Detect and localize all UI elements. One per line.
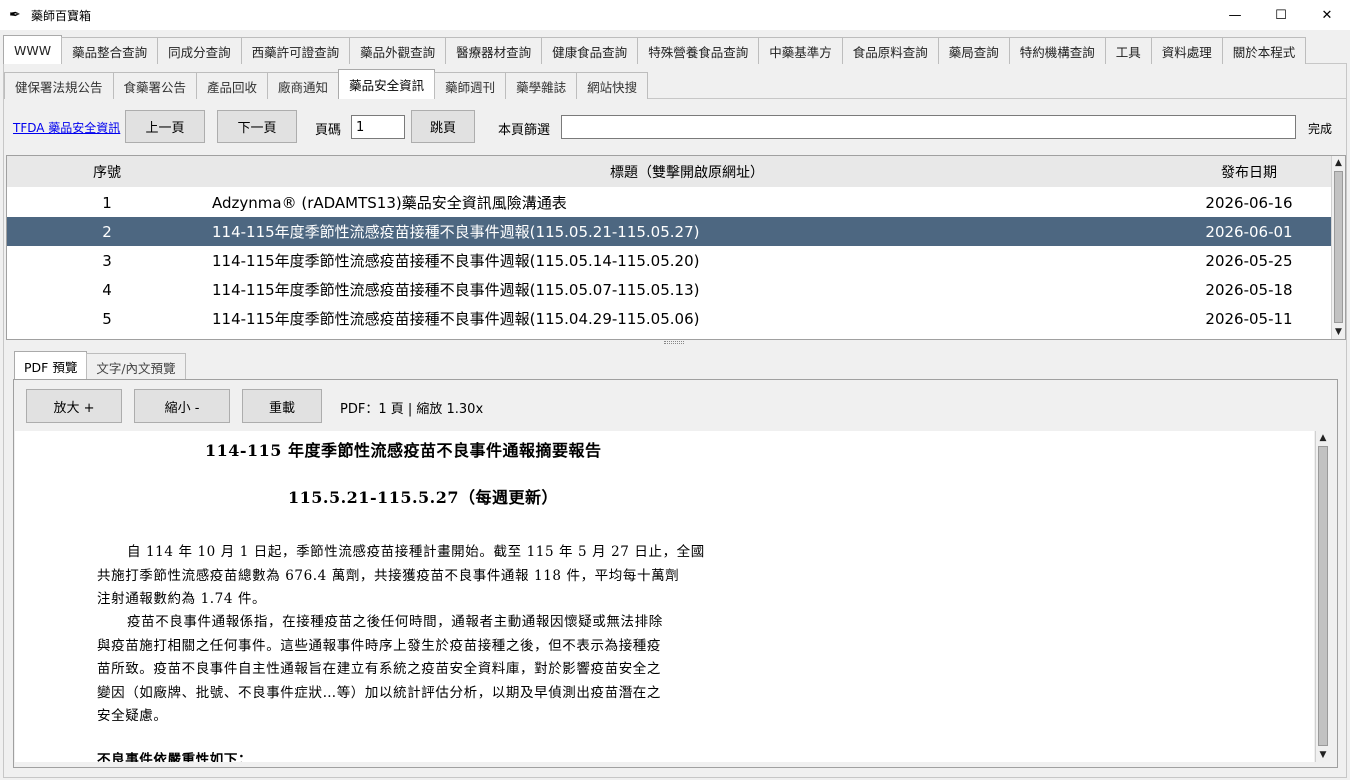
sub-tab-bar: 健保署法規公告 食藥署公告 產品回收 廠商通知 藥品安全資訊 藥師週刊 藥學雜誌… <box>4 69 649 99</box>
title-bar: ✒ 藥師百寶箱 — ☐ ✕ <box>0 0 1350 30</box>
cell-no: 4 <box>102 280 112 299</box>
tab-drug-appearance-search[interactable]: 藥品外觀查詢 <box>349 37 447 64</box>
tab-western-license-search[interactable]: 西藥許可證查詢 <box>240 37 351 64</box>
text-line: 注射通報數約為 1.74 件。 <box>97 591 267 607</box>
cell-no: 3 <box>102 251 112 270</box>
tab-data-processing[interactable]: 資料處理 <box>1150 37 1223 64</box>
tab-special-nutrition-search[interactable]: 特殊營養食品查詢 <box>637 37 760 64</box>
tab-tcm-formula[interactable]: 中藥基準方 <box>758 37 843 64</box>
cell-title: 114-115年度季節性流感疫苗接種不良事件週報(115.05.07-115.0… <box>212 281 700 299</box>
table-row[interactable]: 4 114-115年度季節性流感疫苗接種不良事件週報(115.05.07-115… <box>7 275 1331 304</box>
tab-same-ingredient-search[interactable]: 同成分查詢 <box>157 37 242 64</box>
cell-date: 2026-06-16 <box>1205 193 1293 212</box>
document-paragraph-2: 疫苗不良事件通報係指，在接種疫苗之後任何時間，通報者主動通報因懷疑或無法排除 與… <box>97 611 729 729</box>
tab-food-ingredient-search[interactable]: 食品原料查詢 <box>841 37 939 64</box>
cell-no: 5 <box>102 309 112 328</box>
document-paragraph-3: 不良事件依嚴重性如下： <box>97 752 253 762</box>
preview-tab-bar: PDF 預覽 文字/內文預覽 <box>14 351 186 380</box>
page-number-input[interactable] <box>351 115 405 139</box>
table-scrollbar[interactable]: ▲ ▼ <box>1331 156 1345 339</box>
table-row[interactable]: 1 Adzynma® (rADAMTS13)藥品安全資訊風險溝通表 2026-0… <box>7 188 1331 217</box>
page-label: 頁碼 <box>315 123 342 138</box>
cell-title: 114-115年度季節性流感疫苗接種不良事件週報(115.04.29-115.0… <box>212 310 700 328</box>
document-subtitle: 115.5.21-115.5.27（每週更新） <box>288 488 559 507</box>
close-button[interactable]: ✕ <box>1304 0 1350 30</box>
text-line: 與疫苗施打相關之任何事件。這些通報事件時序上發生於疫苗接種之後，但不表示為接種疫 <box>97 637 661 654</box>
tab-drug-safety-info[interactable]: 藥品安全資訊 <box>338 69 436 99</box>
tab-contracted-facility-search[interactable]: 特約機構查詢 <box>1008 37 1106 64</box>
tab-pharmacy-journal[interactable]: 藥學雜誌 <box>505 72 578 99</box>
tab-www[interactable]: WWW <box>3 35 63 64</box>
pdf-info-text: PDF：1 頁 | 縮放 1.30x <box>340 402 484 417</box>
feather-icon: ✒ <box>9 7 21 23</box>
text-line: 自 114 年 10 月 1 日起，季節性流感疫苗接種計畫開始。截至 115 年… <box>127 544 705 560</box>
pdf-scrollbar[interactable]: ▲ ▼ <box>1315 431 1330 762</box>
tab-manufacturer-notices[interactable]: 廠商通知 <box>267 72 340 99</box>
scrollbar-thumb[interactable] <box>1318 446 1328 746</box>
text-line: 疫苗不良事件通報係指，在接種疫苗之後任何時間，通報者主動通報因懷疑或無法排除 <box>127 614 663 630</box>
scroll-up-arrow-icon[interactable]: ▲ <box>1332 156 1345 170</box>
scroll-down-arrow-icon[interactable]: ▼ <box>1332 325 1345 339</box>
status-text: 完成 <box>1308 122 1333 136</box>
document-paragraph-1: 自 114 年 10 月 1 日起，季節性流感疫苗接種計畫開始。截至 115 年… <box>97 541 729 612</box>
toolbar: TFDA 藥品安全資訊 上一頁 下一頁 頁碼 跳頁 本頁篩選 完成 <box>0 110 1350 144</box>
tab-quick-web-search[interactable]: 網站快搜 <box>576 72 649 99</box>
tab-about[interactable]: 關於本程式 <box>1221 37 1307 64</box>
cell-date: 2026-05-11 <box>1205 309 1293 328</box>
cell-title: 114-115年度季節性流感疫苗接種不良事件週報(115.05.14-115.0… <box>212 252 700 270</box>
cell-no: 2 <box>102 222 112 241</box>
text-line: 共施打季節性流感疫苗總數為 676.4 萬劑，共接獲疫苗不良事件通報 118 件… <box>97 567 680 584</box>
tab-pharmacy-search[interactable]: 藥局查詢 <box>937 37 1010 64</box>
pdf-page: 114-115 年度季節性流感疫苗不良事件通報摘要報告 115.5.21-115… <box>15 431 1314 762</box>
zoom-in-button[interactable]: 放大 + <box>26 389 122 423</box>
reload-button[interactable]: 重載 <box>242 389 322 423</box>
cell-date: 2026-05-25 <box>1205 251 1293 270</box>
text-line: 變因（如廠牌、批號、不良事件症狀…等）加以統計評估分析，以期及早偵測出疫苗潛在之 <box>97 684 661 701</box>
table-row[interactable]: 3 114-115年度季節性流感疫苗接種不良事件週報(115.05.14-115… <box>7 246 1331 275</box>
text-line: 安全疑慮。 <box>97 708 168 724</box>
results-table: 序號 標題（雙擊開啟原網址） 發布日期 1 Adzynma® (rADAMTS1… <box>6 155 1346 340</box>
tab-text-preview[interactable]: 文字/內文預覽 <box>86 353 186 380</box>
zoom-out-button[interactable]: 縮小 - <box>134 389 230 423</box>
document-title: 114-115 年度季節性流感疫苗不良事件通報摘要報告 <box>205 441 602 460</box>
tab-nhi-regulations[interactable]: 健保署法規公告 <box>4 72 114 99</box>
scroll-up-arrow-icon[interactable]: ▲ <box>1316 431 1330 445</box>
table-header: 序號 標題（雙擊開啟原網址） 發布日期 <box>7 156 1331 187</box>
pane-splitter[interactable] <box>664 341 684 344</box>
tab-fda-announcements[interactable]: 食藥署公告 <box>112 72 198 99</box>
cell-date: 2026-06-01 <box>1205 222 1293 241</box>
scrollbar-thumb[interactable] <box>1334 171 1343 323</box>
filter-label: 本頁篩選 <box>498 123 551 138</box>
col-header-title[interactable]: 標題（雙擊開啟原網址） <box>207 162 1167 182</box>
tab-medical-device-search[interactable]: 醫療器材查詢 <box>445 37 543 64</box>
tab-tools[interactable]: 工具 <box>1104 37 1152 64</box>
tab-product-recall[interactable]: 產品回收 <box>196 72 269 99</box>
col-header-date[interactable]: 發布日期 <box>1167 162 1331 182</box>
source-link[interactable]: TFDA 藥品安全資訊 <box>13 119 120 136</box>
tab-pdf-preview[interactable]: PDF 預覽 <box>14 351 88 380</box>
maximize-button[interactable]: ☐ <box>1258 0 1304 30</box>
jump-page-button[interactable]: 跳頁 <box>411 110 475 143</box>
main-tab-bar: WWW 藥品整合查詢 同成分查詢 西藥許可證查詢 藥品外觀查詢 醫療器材查詢 健… <box>3 35 1307 64</box>
scroll-down-arrow-icon[interactable]: ▼ <box>1316 748 1330 762</box>
cell-date: 2026-05-18 <box>1205 280 1293 299</box>
cell-title: Adzynma® (rADAMTS13)藥品安全資訊風險溝通表 <box>212 194 567 212</box>
table-row[interactable]: 5 114-115年度季節性流感疫苗接種不良事件週報(115.04.29-115… <box>7 304 1331 333</box>
next-page-button[interactable]: 下一頁 <box>217 110 297 143</box>
window-title: 藥師百寶箱 <box>31 8 92 23</box>
tab-pharmacist-weekly[interactable]: 藥師週刊 <box>434 72 507 99</box>
table-row-selected[interactable]: 2 114-115年度季節性流感疫苗接種不良事件週報(115.05.21-115… <box>7 217 1331 246</box>
filter-input[interactable] <box>561 115 1296 139</box>
tab-drug-integrated-search[interactable]: 藥品整合查詢 <box>61 37 159 64</box>
tab-health-food-search[interactable]: 健康食品查詢 <box>541 37 639 64</box>
text-line: 苗所致。疫苗不良事件自主性通報旨在建立有系統之疫苗安全資料庫，對於影響疫苗安全之 <box>97 661 661 677</box>
cell-no: 1 <box>102 193 112 212</box>
col-header-no[interactable]: 序號 <box>7 162 207 182</box>
minimize-button[interactable]: — <box>1212 0 1258 30</box>
cell-title: 114-115年度季節性流感疫苗接種不良事件週報(115.05.21-115.0… <box>212 223 700 241</box>
prev-page-button[interactable]: 上一頁 <box>125 110 205 143</box>
